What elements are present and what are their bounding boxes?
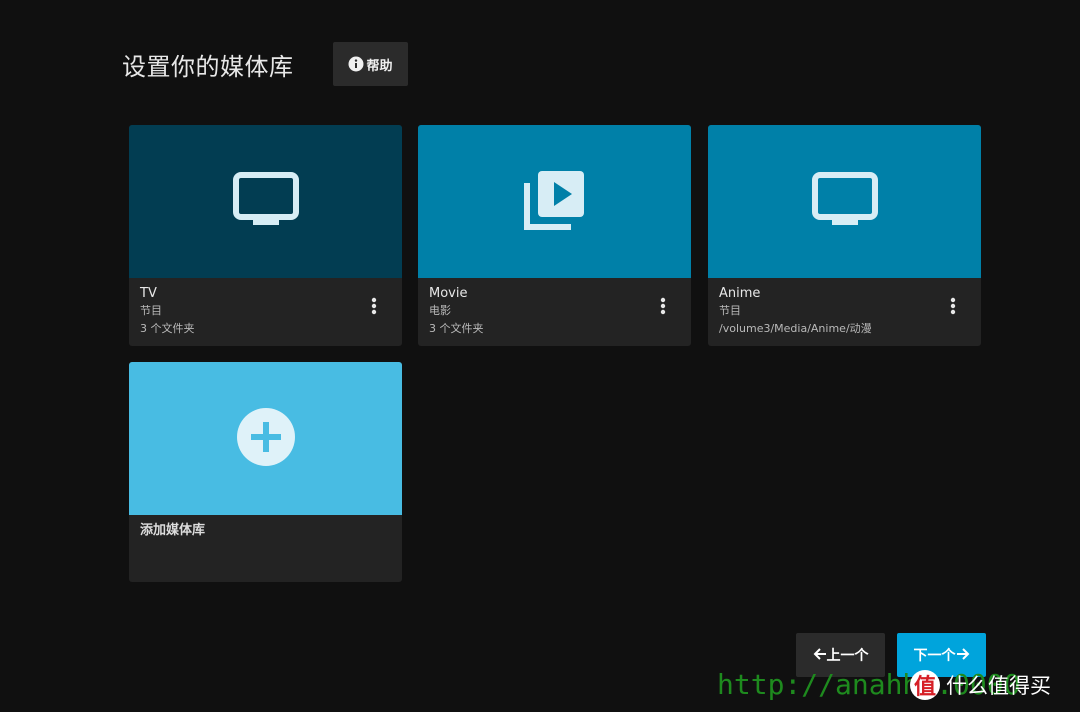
tv-icon xyxy=(811,171,878,232)
video-library-icon xyxy=(523,169,586,235)
library-name: TV xyxy=(140,286,157,301)
setup-media-library-page: 设置你的媒体库 帮助 TV 节目 3 个文件夹 Movie 电影 3 个文件夹 … xyxy=(0,0,1080,712)
next-button-label: 下一个 xyxy=(913,648,956,664)
more-options-button[interactable] xyxy=(943,296,963,320)
previous-button[interactable]: 上一个 xyxy=(796,633,885,677)
previous-button-label: 上一个 xyxy=(826,648,869,664)
more-vert-icon xyxy=(371,297,377,319)
library-card-thumbnail[interactable] xyxy=(418,125,691,278)
add-library-thumbnail[interactable] xyxy=(129,362,402,515)
next-button[interactable]: 下一个 xyxy=(897,633,986,677)
library-card-anime[interactable]: Anime 节目 /volume3/Media/Anime/动漫 xyxy=(708,125,981,346)
plus-circle-icon xyxy=(236,407,296,471)
more-options-button[interactable] xyxy=(653,296,673,320)
more-options-button[interactable] xyxy=(364,296,384,320)
add-library-card[interactable]: 添加媒体库 xyxy=(129,362,402,582)
arrow-left-icon xyxy=(813,647,827,664)
info-icon xyxy=(348,56,364,72)
library-card-thumbnail[interactable] xyxy=(129,125,402,278)
library-detail: 3 个文件夹 xyxy=(140,322,195,335)
library-type: 电影 xyxy=(429,304,451,317)
library-card-info: TV 节目 3 个文件夹 xyxy=(129,278,402,346)
tv-icon xyxy=(232,171,299,232)
library-detail: 3 个文件夹 xyxy=(429,322,484,335)
add-library-info: 添加媒体库 xyxy=(129,515,402,582)
library-type: 节目 xyxy=(140,304,162,317)
library-name: Anime xyxy=(719,286,761,301)
library-card-thumbnail[interactable] xyxy=(708,125,981,278)
header: 设置你的媒体库 帮助 xyxy=(122,42,408,86)
more-vert-icon xyxy=(950,297,956,319)
library-card-tv[interactable]: TV 节目 3 个文件夹 xyxy=(129,125,402,346)
library-name: Movie xyxy=(429,286,468,301)
more-vert-icon xyxy=(660,297,666,319)
library-card-info: Movie 电影 3 个文件夹 xyxy=(418,278,691,346)
library-card-movie[interactable]: Movie 电影 3 个文件夹 xyxy=(418,125,691,346)
page-title: 设置你的媒体库 xyxy=(122,52,294,81)
arrow-right-icon xyxy=(956,647,970,664)
library-detail: /volume3/Media/Anime/动漫 xyxy=(719,322,872,335)
help-button[interactable]: 帮助 xyxy=(333,42,408,86)
library-type: 节目 xyxy=(719,304,741,317)
add-library-label: 添加媒体库 xyxy=(140,523,206,538)
help-button-label: 帮助 xyxy=(366,58,393,74)
library-card-info: Anime 节目 /volume3/Media/Anime/动漫 xyxy=(708,278,981,346)
